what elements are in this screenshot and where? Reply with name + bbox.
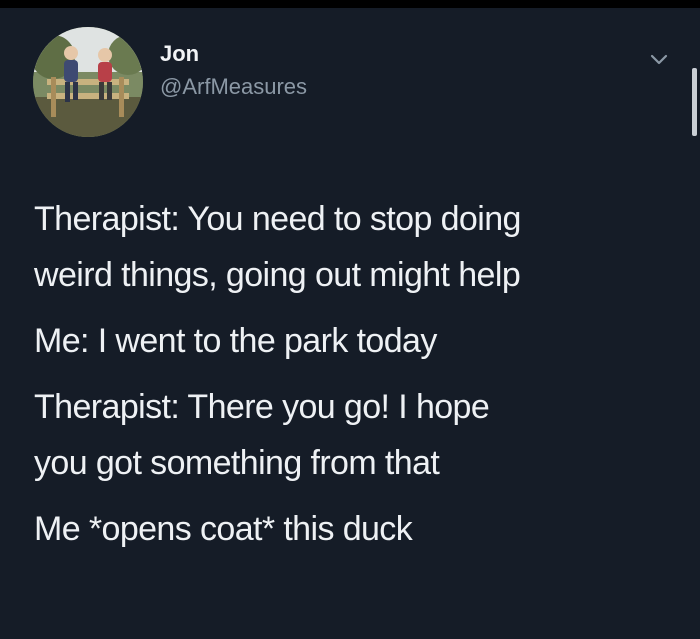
tweet-paragraph: Me: I went to the park today xyxy=(34,313,684,369)
scrollbar[interactable] xyxy=(692,68,697,136)
tweet-text: Therapist: You need to stop doing weird … xyxy=(34,191,684,557)
avatar[interactable] xyxy=(33,27,143,137)
avatar-photo xyxy=(33,27,143,137)
author-name[interactable]: Jon xyxy=(160,41,307,67)
tweet-card: Jon @ArfMeasures Therapist: You need to … xyxy=(0,8,700,639)
tweet-line: Me *opens coat* this duck xyxy=(34,510,413,548)
chevron-down-icon[interactable] xyxy=(646,46,672,72)
author-handle[interactable]: @ArfMeasures xyxy=(160,74,307,100)
author-block: Jon @ArfMeasures xyxy=(160,41,307,100)
tweet-line: you got something from that xyxy=(34,444,440,482)
tweet-line: Therapist: You need to stop doing xyxy=(34,200,521,238)
tweet-line: Therapist: There you go! I hope xyxy=(34,388,490,426)
tweet-paragraph: Therapist: There you go! I hope you got … xyxy=(34,379,684,491)
top-border xyxy=(0,0,700,8)
tweet-paragraph: Me *opens coat* this duck xyxy=(34,501,684,557)
tweet-line: Me: I went to the park today xyxy=(34,322,437,360)
tweet-line: weird things, going out might help xyxy=(34,256,521,294)
tweet-paragraph: Therapist: You need to stop doing weird … xyxy=(34,191,684,303)
